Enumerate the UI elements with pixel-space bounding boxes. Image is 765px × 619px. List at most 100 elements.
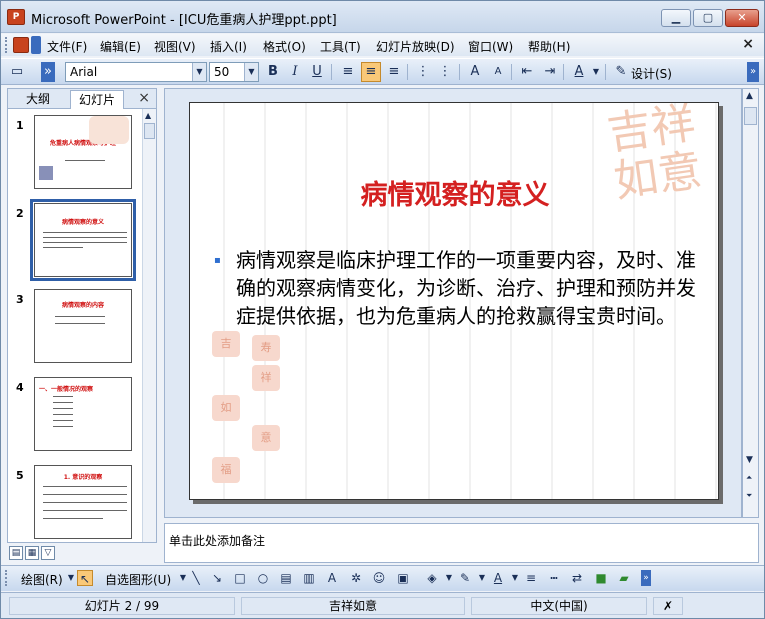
thumbnail-title: 一、一般情况的观察 [39, 386, 94, 393]
toolbar-separator [407, 64, 408, 80]
toolbar-separator [331, 64, 332, 80]
chevron-down-icon[interactable]: ▼ [507, 570, 523, 586]
clipart-icon[interactable]: ☺ [371, 570, 387, 586]
toolbar-chevron-icon[interactable]: » [747, 62, 759, 82]
arrow-style-icon[interactable]: ⇄ [569, 570, 585, 586]
notes-pane[interactable]: 单击此处添加备注 [164, 523, 759, 563]
slideshow-view-icon[interactable]: ▽ [41, 546, 55, 560]
decrease-indent-icon[interactable]: ⇤ [517, 62, 537, 82]
slide-thumbnail-1[interactable]: 危重病人病情观察与护理 [34, 115, 132, 189]
line-style-icon[interactable]: ≡ [523, 570, 539, 586]
toolbar-separator [459, 64, 460, 80]
increase-indent-icon[interactable]: ⇥ [540, 62, 560, 82]
menu-help[interactable]: 帮助(H) [528, 38, 570, 55]
3d-style-icon[interactable]: ▰ [616, 570, 632, 586]
slide-thumbnail-3[interactable]: 病情观察的内容 [34, 289, 132, 363]
toolbar-grip[interactable] [5, 37, 9, 53]
slide-thumbnail-5[interactable]: 1. 意识的观察 [34, 465, 132, 539]
font-name-combo[interactable]: Arial ▼ [65, 62, 207, 82]
toolbar-chevron-icon[interactable]: » [41, 62, 55, 82]
italic-button[interactable]: I [285, 62, 305, 82]
diagram-icon[interactable]: ✲ [348, 570, 364, 586]
chevron-down-icon[interactable]: ▼ [441, 570, 457, 586]
seal-stamp: 祥 [252, 365, 280, 391]
draw-menu-button[interactable]: 绘图(R) [21, 571, 63, 588]
menu-view[interactable]: 视图(V) [154, 38, 196, 55]
line-color-icon[interactable]: ✎ [457, 570, 473, 586]
scrollbar-thumb[interactable] [144, 123, 155, 139]
slide-scrollbar[interactable]: ▲ ▼ ⏶ ⏷ [742, 88, 759, 518]
slide-sorter-icon[interactable]: ▦ [25, 546, 39, 560]
toolbar-chevron-icon[interactable]: » [641, 570, 651, 586]
menu-insert[interactable]: 插入(I) [210, 38, 247, 55]
maximize-button[interactable]: ▢ [693, 9, 723, 27]
powerpoint-app-icon[interactable]: P [7, 9, 25, 25]
chevron-down-icon[interactable]: ▼ [192, 63, 206, 81]
slide-thumbnail-2[interactable]: 病情观察的意义 [30, 199, 136, 281]
align-center-icon[interactable]: ≡ [361, 62, 381, 82]
toolbar-options-chevron[interactable] [31, 36, 41, 54]
document-icon[interactable] [13, 37, 29, 53]
menu-file[interactable]: 文件(F) [47, 38, 87, 55]
pane-close-icon[interactable]: × [138, 90, 150, 106]
new-document-icon[interactable]: ▭ [7, 62, 27, 82]
status-design-template[interactable]: 吉祥如意 [241, 597, 465, 615]
align-right-icon[interactable]: ≡ [384, 62, 404, 82]
autoshapes-button[interactable]: 自选图形(U) [105, 571, 171, 588]
menu-slideshow[interactable]: 幻灯片放映(D) [376, 38, 455, 55]
notes-placeholder[interactable]: 单击此处添加备注 [169, 532, 265, 549]
tab-slides[interactable]: 幻灯片 [70, 90, 125, 109]
normal-view-icon[interactable]: ▤ [9, 546, 23, 560]
font-color-icon[interactable]: A [490, 570, 506, 586]
scrollbar-thumb[interactable] [744, 107, 757, 125]
decrease-font-icon[interactable]: A [488, 62, 508, 82]
chevron-down-icon[interactable]: ▼ [591, 62, 601, 82]
underline-button[interactable]: U [307, 62, 327, 82]
chevron-down-icon[interactable]: ▼ [244, 63, 258, 81]
tab-outline[interactable]: 大纲 [18, 90, 58, 109]
insert-picture-icon[interactable]: ▣ [395, 570, 411, 586]
arrow-tool-icon[interactable]: ↘ [209, 570, 225, 586]
menu-tools[interactable]: 工具(T) [320, 38, 361, 55]
menu-edit[interactable]: 编辑(E) [100, 38, 141, 55]
oval-tool-icon[interactable]: ○ [255, 570, 271, 586]
slide-title[interactable]: 病情观察的意义 [190, 173, 718, 212]
slide-thumbnail-4[interactable]: 一、一般情况的观察 [34, 377, 132, 451]
shadow-style-icon[interactable]: ■ [593, 570, 609, 586]
toolbar-grip[interactable] [5, 570, 9, 586]
thumbnail-title: 病情观察的意义 [61, 219, 104, 226]
menu-window[interactable]: 窗口(W) [468, 38, 513, 55]
fill-color-icon[interactable]: ◈ [424, 570, 440, 586]
spell-check-icon[interactable]: ✗ [653, 597, 683, 615]
menu-format[interactable]: 格式(O) [263, 38, 306, 55]
chevron-down-icon[interactable]: ▼ [474, 570, 490, 586]
dash-style-icon[interactable]: ┅ [546, 570, 562, 586]
numbered-list-icon[interactable]: ⋮ [413, 62, 433, 82]
vertical-textbox-icon[interactable]: ▥ [301, 570, 317, 586]
scroll-up-icon[interactable]: ▲ [145, 111, 151, 120]
previous-slide-icon[interactable]: ⏶ [746, 473, 752, 483]
font-color-icon[interactable]: A [569, 62, 589, 82]
current-slide[interactable]: 吉祥如意 吉 祥 如 意 福 寿 病情观察的意义 ▪ 病情观察是临床护理工作的一… [189, 102, 719, 500]
slide-body-text[interactable]: 病情观察是临床护理工作的一项重要内容，及时、准确的观察病情变化，为诊断、治疗、护… [236, 246, 706, 330]
align-left-icon[interactable]: ≡ [338, 62, 358, 82]
font-size-combo[interactable]: 50 ▼ [209, 62, 259, 82]
next-slide-icon[interactable]: ⏷ [746, 491, 752, 501]
scroll-down-icon[interactable]: ▼ [746, 455, 753, 465]
rectangle-tool-icon[interactable]: □ [232, 570, 248, 586]
design-button[interactable]: 设计(S) [631, 65, 672, 82]
bulleted-list-icon[interactable]: ⋮ [435, 62, 455, 82]
line-tool-icon[interactable]: ╲ [188, 570, 204, 586]
thumbnails-scrollbar[interactable]: ▲ [142, 109, 156, 542]
scroll-up-icon[interactable]: ▲ [746, 91, 753, 101]
textbox-tool-icon[interactable]: ▤ [278, 570, 294, 586]
document-close-icon[interactable]: × [742, 36, 754, 52]
slide-thumbnails: 1 危重病人病情观察与护理 2 病情观察的意义 3 病情观察的内容 4 一、一般… [8, 109, 142, 542]
close-button[interactable]: ✕ [725, 9, 759, 27]
bold-button[interactable]: B [263, 62, 283, 82]
increase-font-icon[interactable]: A [465, 62, 485, 82]
wordart-icon[interactable]: A [324, 570, 340, 586]
design-icon[interactable]: ✎ [611, 62, 631, 82]
minimize-button[interactable]: ▁ [661, 9, 691, 27]
select-pointer-icon[interactable]: ↖ [77, 570, 93, 586]
